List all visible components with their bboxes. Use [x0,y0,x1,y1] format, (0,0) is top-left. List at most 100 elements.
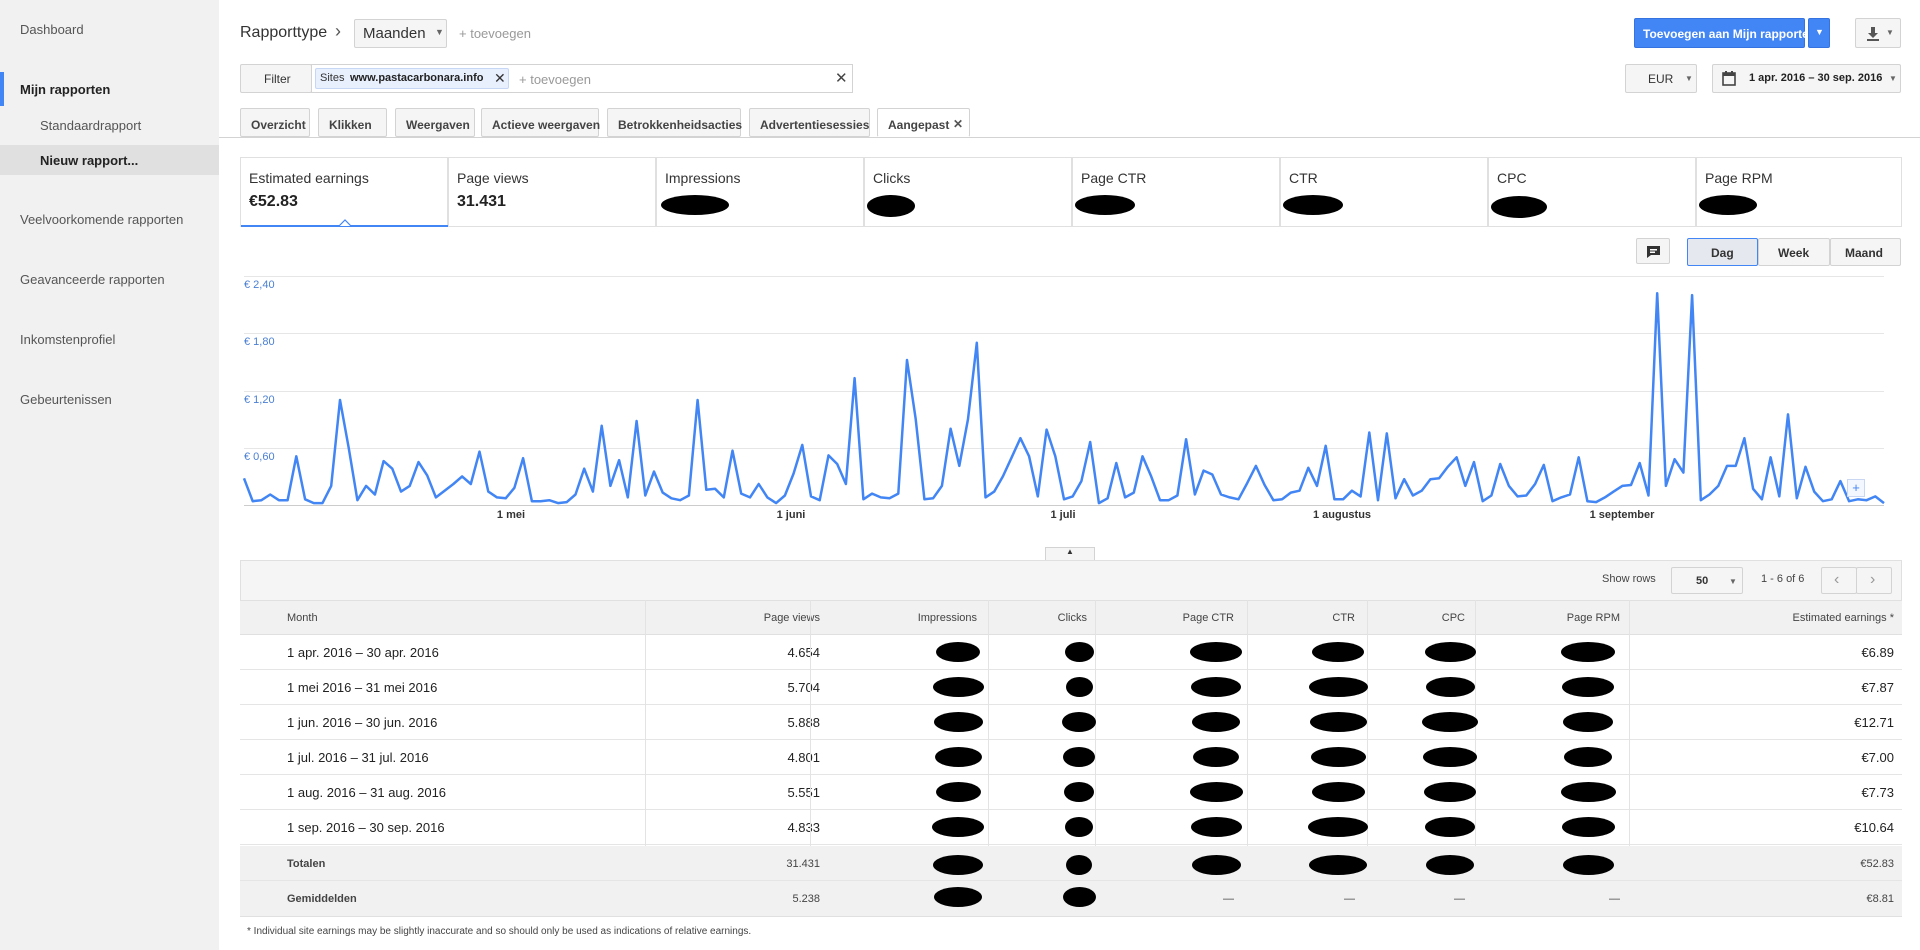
totals-label: Totalen [287,858,326,870]
redacted-value [1311,782,1365,802]
redacted-value [1191,677,1241,697]
redacted-value [1062,712,1096,732]
totals-earnings: €52.83 [1860,858,1894,870]
redacted-value [1312,642,1364,662]
cell-page-views: 5.704 [787,680,820,695]
column-header-page-ctr[interactable]: Page CTR [1100,612,1234,624]
redacted-value [1424,642,1476,662]
redacted-value [1560,782,1616,802]
redacted-value [1425,817,1475,837]
redacted-value [1561,817,1615,837]
redacted-value [1309,712,1367,732]
next-page-button[interactable]: › [1856,567,1892,594]
redacted-value [1189,782,1243,802]
redacted-value [1562,677,1614,697]
redacted-value [934,747,982,767]
cell-month: 1 jun. 2016 – 30 jun. 2016 [287,715,438,730]
footnote: * Individual site earnings may be slight… [247,926,752,937]
redacted-value [1564,747,1612,767]
redacted-value [933,855,983,875]
averages-cpc: — [1454,893,1465,905]
redacted-value [936,642,980,662]
cell-estimated-earnings: €7.00 [1861,750,1894,765]
cell-page-views: 4.801 [787,750,820,765]
column-divider [1629,600,1630,846]
cell-month: 1 jul. 2016 – 31 jul. 2016 [287,750,429,765]
redacted-value [935,782,981,802]
redacted-value [1426,855,1474,875]
redacted-value [1063,747,1095,767]
chevron-down-icon: ▼ [1729,577,1737,586]
collapse-chart-toggle[interactable]: ▲ [1045,547,1095,560]
show-rows-label: Show rows [1602,573,1656,585]
column-header-impressions[interactable]: Impressions [840,612,977,624]
redacted-value [1422,712,1478,732]
redacted-value [1308,817,1368,837]
redacted-value [1424,782,1476,802]
cell-page-views: 4.654 [787,645,820,660]
table-body: 1 apr. 2016 – 30 apr. 2016 4.654 €6.89 1… [240,635,1902,846]
cell-month: 1 aug. 2016 – 31 aug. 2016 [287,785,447,800]
column-divider [1247,600,1248,846]
redacted-value [1308,677,1368,697]
redacted-value [1310,747,1366,767]
redacted-value [934,887,982,907]
cell-estimated-earnings: €7.87 [1861,680,1894,695]
cell-estimated-earnings: €7.73 [1861,785,1894,800]
cell-estimated-earnings: €12.71 [1854,715,1894,730]
averages-ctr: — [1344,893,1355,905]
cell-estimated-earnings: €6.89 [1861,645,1894,660]
earnings-series-line [242,291,1885,505]
column-header-estimated-earnings[interactable]: Estimated earnings * [1660,612,1895,624]
column-header-clicks[interactable]: Clicks [1000,612,1087,624]
cell-month: 1 mei 2016 – 31 mei 2016 [287,680,438,695]
cell-estimated-earnings: €10.64 [1854,820,1894,835]
totals-page-views: 31.431 [786,858,820,870]
redacted-value [932,817,984,837]
redacted-value [932,677,984,697]
averages-page-views: 5.238 [792,893,820,905]
redacted-value [1064,782,1094,802]
column-header-page-views[interactable]: Page views [660,612,820,624]
cell-month: 1 apr. 2016 – 30 apr. 2016 [287,645,439,660]
column-header-month[interactable]: Month [287,612,318,624]
averages-page-ctr: — [1223,893,1234,905]
redacted-value [1190,817,1242,837]
redacted-value [1561,642,1615,662]
rows-per-page-value: 50 [1696,575,1709,587]
redacted-value [1563,712,1613,732]
prev-page-button[interactable]: ‹ [1821,567,1857,594]
redacted-value [1065,817,1093,837]
column-divider [988,600,989,846]
column-divider [645,600,646,846]
cell-page-views: 5.551 [787,785,820,800]
pagination-range: 1 - 6 of 6 [1761,573,1805,585]
redacted-value [1562,855,1614,875]
redacted-value [1066,855,1092,875]
cell-month: 1 sep. 2016 – 30 sep. 2016 [287,820,445,835]
caret-up-icon: ▲ [1066,547,1074,556]
redacted-value [933,712,983,732]
averages-earnings: €8.81 [1866,893,1894,905]
chevron-left-icon: ‹ [1834,571,1840,588]
redacted-value [1064,642,1094,662]
earnings-line-chart [242,291,1885,505]
redacted-value [1423,747,1477,767]
redacted-value [1062,887,1096,907]
rows-per-page-dropdown[interactable]: 50 ▼ [1671,567,1743,594]
redacted-value [1191,855,1241,875]
cell-page-views: 4.833 [787,820,820,835]
averages-rpm: — [1609,893,1620,905]
redacted-value [1425,677,1475,697]
redacted-value [1065,677,1093,697]
redacted-value [1192,712,1240,732]
column-header-ctr[interactable]: CTR [1250,612,1355,624]
column-divider [810,600,811,846]
redacted-value [1190,642,1242,662]
column-header-page-rpm[interactable]: Page RPM [1480,612,1620,624]
cell-page-views: 5.888 [787,715,820,730]
column-header-cpc[interactable]: CPC [1370,612,1465,624]
redacted-value [1309,855,1367,875]
add-annotation-icon[interactable]: + [1847,479,1865,497]
redacted-value [1193,747,1239,767]
